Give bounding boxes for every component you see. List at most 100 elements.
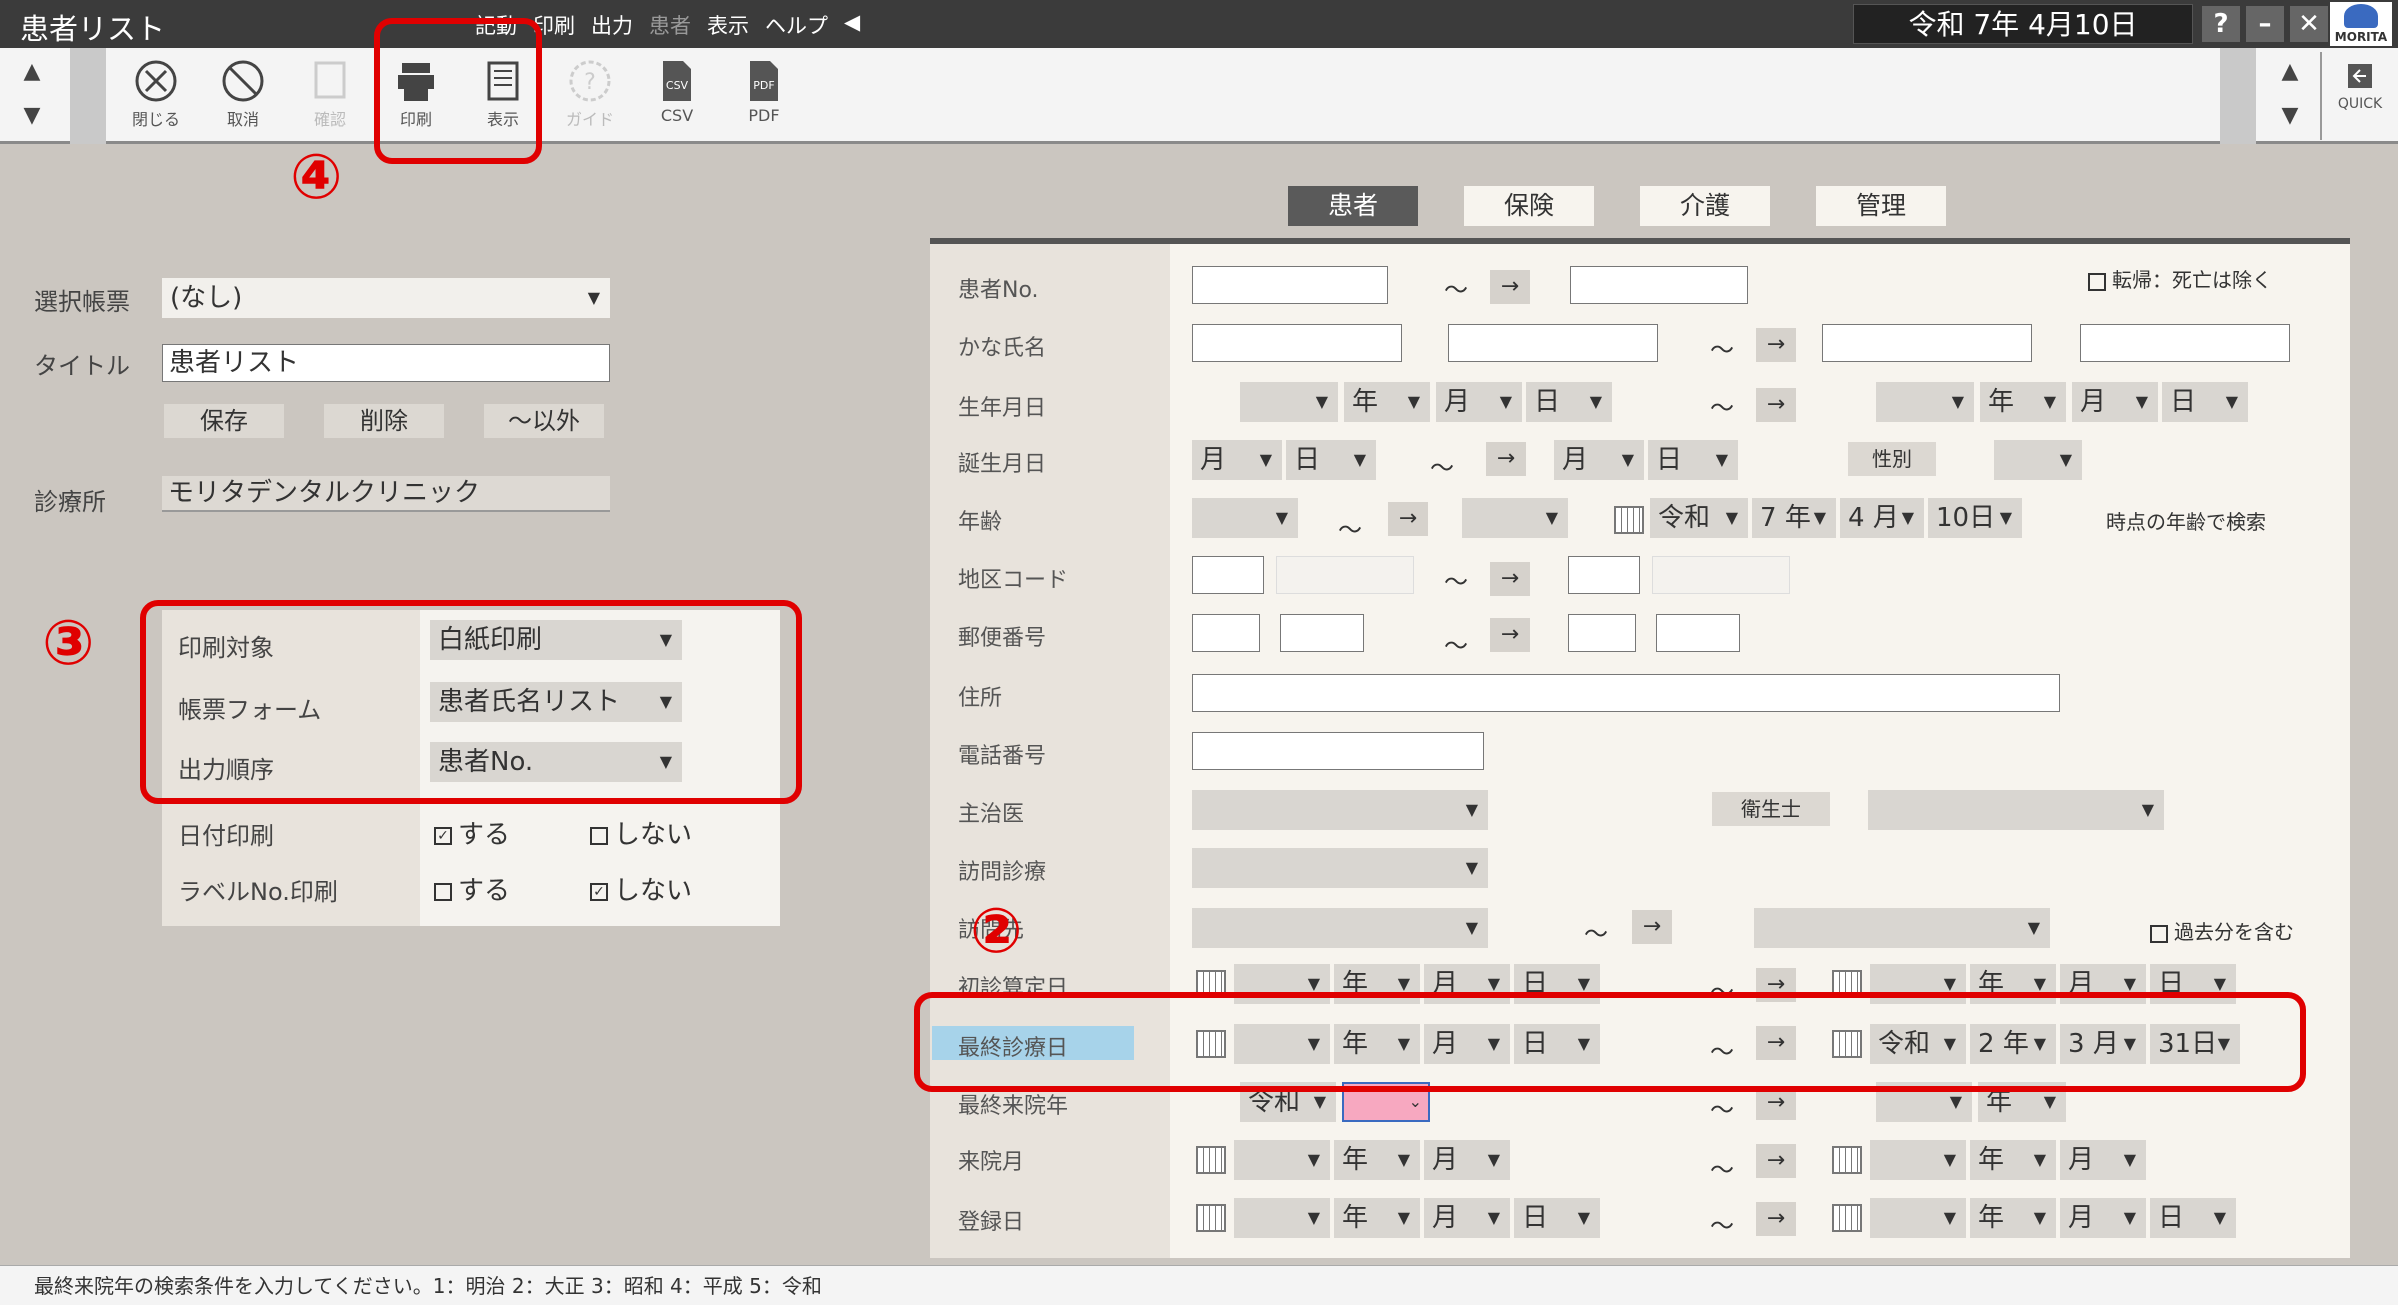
kana-arrow-button[interactable]: → [1756,328,1796,362]
visit-month-month-to[interactable]: 月 [2060,1140,2146,1180]
tab-insurance[interactable]: 保険 [1464,186,1594,226]
phone-input[interactable] [1192,732,1484,770]
visit-month-era-to[interactable] [1870,1140,1966,1180]
tab-management[interactable]: 管理 [1816,186,1946,226]
reg-day-to[interactable]: 日 [2150,1198,2236,1238]
save-button[interactable]: 保存 [164,404,284,438]
birthdate-day-to[interactable]: 日 [2162,382,2248,422]
tab-care[interactable]: 介護 [1640,186,1770,226]
reg-era-from[interactable] [1234,1198,1330,1238]
age-arrow-button[interactable]: → [1388,502,1428,536]
menu-item-help[interactable]: ヘルプ [765,10,828,40]
birthday-month-to[interactable]: 月 [1554,440,1644,480]
hygienist-dropdown[interactable] [1868,790,2164,830]
birthdate-era-from[interactable] [1240,382,1338,422]
patient-no-to[interactable] [1570,266,1748,304]
toolbar-grip-left[interactable] [70,48,106,144]
kana-field-4[interactable] [2080,324,2290,362]
minimize-button[interactable]: – [2246,6,2284,42]
birthday-arrow-button[interactable]: → [1486,442,1526,476]
postal-arrow-button[interactable]: → [1490,618,1530,652]
reg-year-from[interactable]: 年 [1334,1198,1420,1238]
age-month-dropdown[interactable]: 4 月 [1840,498,1924,538]
pdf-button[interactable]: PDF PDF [724,56,804,140]
quick-button[interactable]: QUICK [2322,56,2398,140]
visit-to-arrow-button[interactable]: → [1632,910,1672,944]
scroll-up-icon[interactable]: ▲ [12,52,52,92]
guide-button[interactable]: ? ガイド [550,56,630,140]
date-print-yes[interactable]: ✓ する [434,814,510,851]
birthdate-month-to[interactable]: 月 [2072,382,2158,422]
scroll-down-icon[interactable]: ▼ [12,96,52,136]
label-print-yes[interactable]: する [434,870,510,907]
reg-arrow-button[interactable]: → [1756,1202,1796,1236]
cancel-button[interactable]: 取消 [203,56,283,140]
close-button[interactable]: 閉じる [116,56,196,140]
age-year-dropdown[interactable]: 7 年 [1752,498,1836,538]
visit-care-dropdown[interactable] [1192,848,1488,888]
calendar-icon[interactable] [1196,1204,1226,1232]
postal-from-2[interactable] [1280,614,1364,652]
patient-no-from[interactable] [1192,266,1388,304]
age-from[interactable] [1192,498,1298,538]
visit-to-from[interactable] [1192,908,1488,948]
menu-collapse-icon[interactable]: ◀ [844,10,860,40]
address-input[interactable] [1192,674,2060,712]
close-window-button[interactable]: ✕ [2290,6,2328,42]
reg-month-from[interactable]: 月 [1424,1198,1510,1238]
birthdate-month-from[interactable]: 月 [1436,382,1522,422]
area-arrow-button[interactable]: → [1490,562,1530,596]
visit-month-year-from[interactable]: 年 [1334,1140,1420,1180]
birthdate-day-from[interactable]: 日 [1526,382,1612,422]
kana-field-3[interactable] [1822,324,2032,362]
tab-patient[interactable]: 患者 [1288,186,1418,226]
menu-item-patient[interactable]: 患者 [649,10,691,40]
calendar-icon[interactable] [1832,1204,1862,1232]
except-button[interactable]: ～以外 [484,404,604,438]
scroll-down-right-icon[interactable]: ▼ [2270,96,2310,136]
reg-era-to[interactable] [1870,1198,1966,1238]
doctor-dropdown[interactable] [1192,790,1488,830]
calendar-icon[interactable] [1196,1146,1226,1174]
hygienist-button[interactable]: 衛生士 [1712,792,1830,826]
birthday-day-from[interactable]: 日 [1286,440,1376,480]
postal-to-1[interactable] [1568,614,1636,652]
reg-day-from[interactable]: 日 [1514,1198,1600,1238]
postal-to-2[interactable] [1656,614,1740,652]
age-day-dropdown[interactable]: 10日 [1928,498,2022,538]
birthday-day-to[interactable]: 日 [1648,440,1738,480]
help-button[interactable]: ? [2202,6,2240,42]
menu-item-view[interactable]: 表示 [707,10,749,40]
menu-item-output[interactable]: 出力 [591,10,633,40]
age-era-dropdown[interactable]: 令和 [1650,498,1748,538]
scroll-up-right-icon[interactable]: ▲ [2270,52,2310,92]
sex-dropdown[interactable] [1994,440,2082,480]
kana-field-2[interactable] [1448,324,1658,362]
age-to[interactable] [1462,498,1568,538]
birthdate-era-to[interactable] [1876,382,1974,422]
csv-button[interactable]: CSV CSV [637,56,717,140]
select-form-dropdown[interactable]: (なし) [162,278,610,318]
sex-button[interactable]: 性別 [1848,442,1936,476]
birthdate-arrow-button[interactable]: → [1756,388,1796,422]
birthdate-year-from[interactable]: 年 [1344,382,1430,422]
patient-no-arrow-button[interactable]: → [1490,270,1530,304]
birthdate-year-to[interactable]: 年 [1980,382,2066,422]
birthday-month-from[interactable]: 月 [1192,440,1282,480]
confirm-button[interactable]: 確認 [290,56,370,140]
visit-month-month-from[interactable]: 月 [1424,1140,1510,1180]
visit-to-to[interactable] [1754,908,2050,948]
label-print-no[interactable]: ✓ しない [590,870,692,907]
reg-year-to[interactable]: 年 [1970,1198,2056,1238]
visit-month-era-from[interactable] [1234,1140,1330,1180]
calendar-icon[interactable] [1832,1146,1862,1174]
toolbar-grip-right[interactable] [2220,48,2256,144]
visit-month-year-to[interactable]: 年 [1970,1140,2056,1180]
exclude-death-checkbox[interactable]: 転帰：死亡は除く [2088,264,2272,293]
visit-month-arrow-button[interactable]: → [1756,1144,1796,1178]
area-to[interactable] [1568,556,1640,594]
postal-from-1[interactable] [1192,614,1260,652]
calendar-icon[interactable] [1614,506,1644,534]
delete-button[interactable]: 削除 [324,404,444,438]
date-print-no[interactable]: しない [590,814,692,851]
